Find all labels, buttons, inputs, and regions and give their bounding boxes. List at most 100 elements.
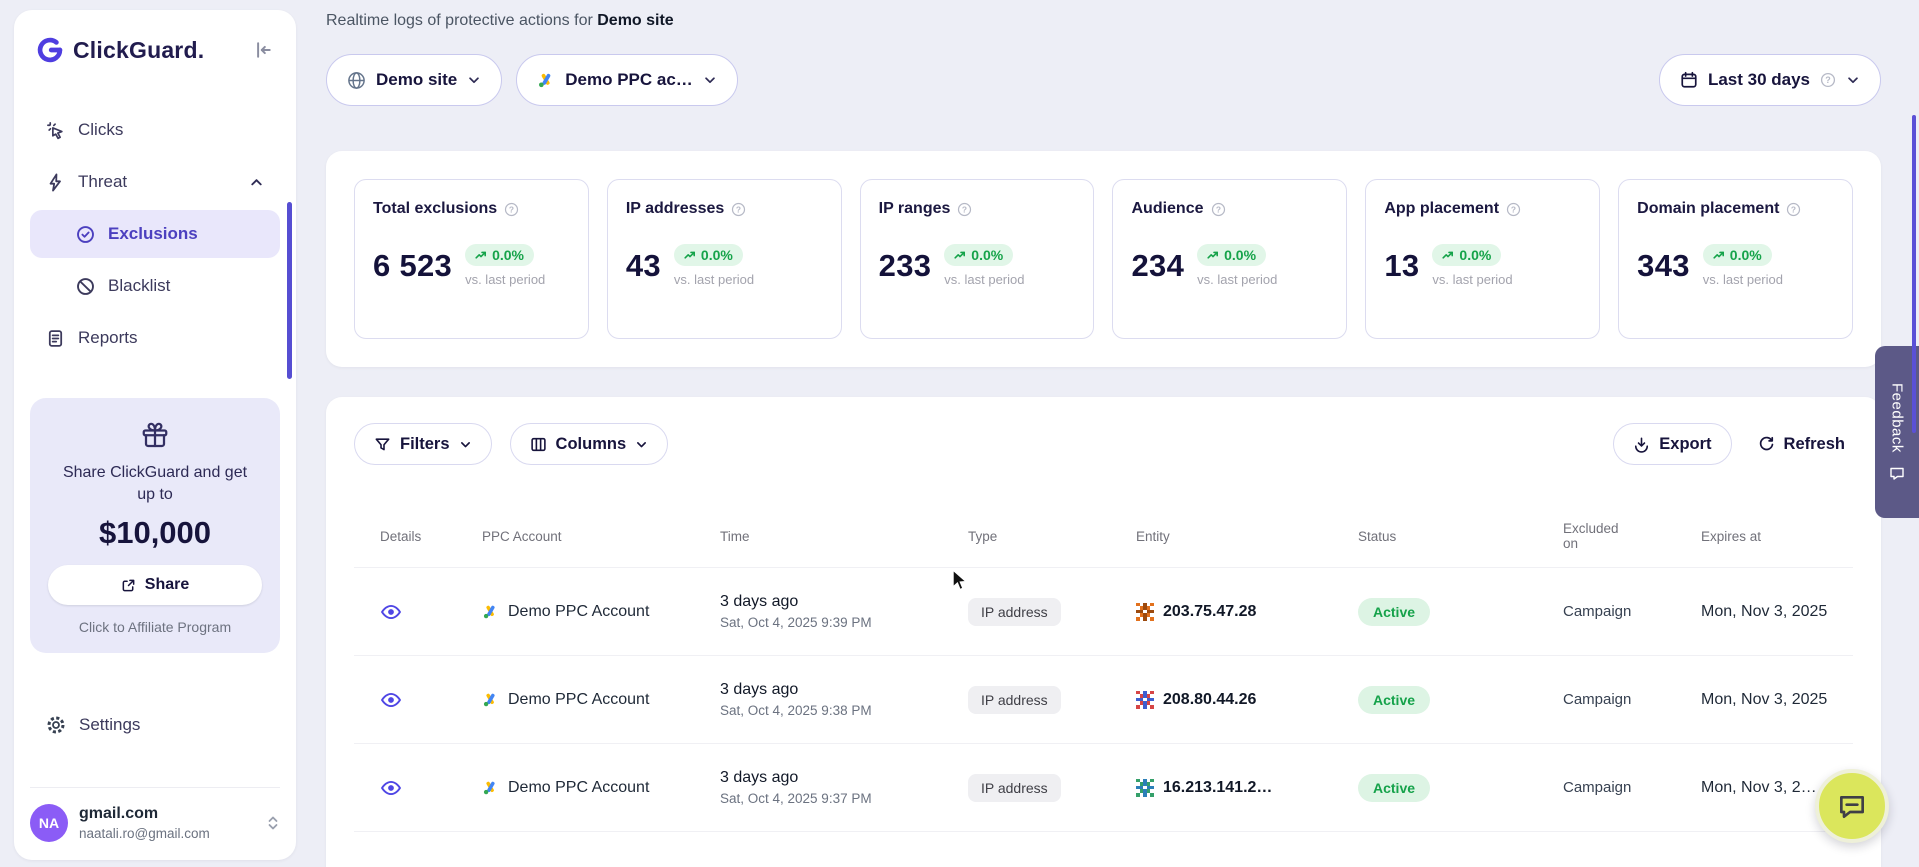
trend-up-icon xyxy=(684,249,696,261)
page-subtitle: Realtime logs of protective actions for … xyxy=(326,12,1881,30)
sidebar-item-settings[interactable]: Settings xyxy=(30,701,280,749)
excluded-on-cell: Campaign xyxy=(1563,779,1701,796)
stat-label: IP addresses xyxy=(626,200,724,218)
subtitle-text: Realtime logs of protective actions for xyxy=(326,12,597,29)
view-details-eye-icon[interactable] xyxy=(380,777,402,799)
stat-caption: vs. last period xyxy=(1197,272,1277,287)
stat-caption: vs. last period xyxy=(1703,272,1783,287)
cursor-click-icon xyxy=(46,121,65,140)
sidebar-item-reports[interactable]: Reports xyxy=(30,314,280,362)
page-scrollbar-thumb[interactable] xyxy=(1912,115,1916,433)
clickguard-logo-icon xyxy=(36,36,64,64)
sidebar-collapse-icon[interactable] xyxy=(252,39,274,61)
help-icon[interactable]: ? xyxy=(731,202,746,217)
stat-label: Audience xyxy=(1131,200,1203,218)
account-menu[interactable]: NA gmail.com naatali.ro@gmail.com xyxy=(30,787,280,842)
view-details-eye-icon[interactable] xyxy=(380,689,402,711)
sidebar-item-threat[interactable]: Threat xyxy=(30,158,280,206)
ppc-account-cell: Demo PPC Account xyxy=(482,779,720,797)
columns-button[interactable]: Columns xyxy=(510,423,669,465)
stat-total-exclusions: Total exclusions ? 6 523 0.0% vs. last p… xyxy=(354,179,589,339)
delta-badge: 0.0% xyxy=(1703,244,1772,266)
svg-text:?: ? xyxy=(1825,75,1831,85)
export-button[interactable]: Export xyxy=(1613,423,1731,465)
refresh-button[interactable]: Refresh xyxy=(1750,423,1853,465)
stat-value: 343 xyxy=(1637,248,1690,284)
subtitle-site-name: Demo site xyxy=(597,12,673,29)
col-header-type: Type xyxy=(968,529,1136,544)
col-header-time: Time xyxy=(720,529,968,544)
stat-caption: vs. last period xyxy=(1432,272,1512,287)
stat-value: 13 xyxy=(1384,248,1419,284)
svg-text:?: ? xyxy=(736,204,741,214)
chevron-down-icon xyxy=(703,73,717,87)
exclusions-table-card: Filters Columns Export xyxy=(326,397,1881,867)
help-icon[interactable]: ? xyxy=(1786,202,1801,217)
share-button[interactable]: Share xyxy=(48,565,262,605)
avatar: NA xyxy=(30,804,68,842)
ppc-account-selector[interactable]: Demo PPC ac… xyxy=(516,54,738,106)
sidebar-item-blacklist[interactable]: Blacklist xyxy=(30,262,280,310)
delta-badge: 0.0% xyxy=(1432,244,1501,266)
calendar-icon xyxy=(1680,71,1698,89)
filter-icon xyxy=(374,436,391,453)
stats-summary: Total exclusions ? 6 523 0.0% vs. last p… xyxy=(326,151,1881,367)
site-selector[interactable]: Demo site xyxy=(326,54,502,106)
table-row: Demo PPC Account 3 days ago Sat, Oct 4, … xyxy=(354,744,1853,832)
gift-icon xyxy=(48,420,262,450)
stat-ip-addresses: IP addresses ? 43 0.0% vs. last period xyxy=(607,179,842,339)
col-header-entity: Entity xyxy=(1136,529,1358,544)
ppc-account-cell: Demo PPC Account xyxy=(482,691,720,709)
trend-up-icon xyxy=(1713,249,1725,261)
help-icon[interactable]: ? xyxy=(957,202,972,217)
time-cell: 3 days ago Sat, Oct 4, 2025 9:39 PM xyxy=(720,593,968,630)
table-header-row: Details PPC Account Time Type Entity Sta… xyxy=(354,521,1853,568)
trend-up-icon xyxy=(475,249,487,261)
google-ads-icon xyxy=(482,691,499,708)
delta-badge: 0.0% xyxy=(674,244,743,266)
stat-value: 43 xyxy=(626,248,661,284)
entity-identicon xyxy=(1136,603,1154,621)
col-header-expires-at: Expires at xyxy=(1701,529,1853,544)
site-selector-label: Demo site xyxy=(376,70,457,90)
affiliate-promo-card: Share ClickGuard and get up to $10,000 S… xyxy=(30,398,280,653)
chevron-up-icon xyxy=(249,175,264,190)
type-cell: IP address xyxy=(968,598,1136,626)
sidebar-item-exclusions[interactable]: Exclusions xyxy=(30,210,280,258)
chevron-updown-icon xyxy=(266,814,280,832)
external-link-icon xyxy=(121,578,136,593)
stat-label: Domain placement xyxy=(1637,200,1779,218)
promo-amount: $10,000 xyxy=(48,515,262,551)
svg-text:?: ? xyxy=(1511,204,1516,214)
sidebar-scrollbar[interactable] xyxy=(287,202,292,379)
brand: ClickGuard. xyxy=(30,32,280,64)
shield-check-icon xyxy=(76,225,95,244)
ppc-selector-label: Demo PPC ac… xyxy=(565,70,693,90)
columns-icon xyxy=(530,436,547,453)
stat-caption: vs. last period xyxy=(465,272,545,287)
table-row: Demo PPC Account 3 days ago Sat, Oct 4, … xyxy=(354,568,1853,656)
selector-row: Demo site Demo PPC ac… xyxy=(326,54,1881,106)
promo-text: Share ClickGuard and get up to xyxy=(48,462,262,505)
help-icon[interactable]: ? xyxy=(1211,202,1226,217)
affiliate-program-link[interactable]: Click to Affiliate Program xyxy=(48,619,262,635)
table-row: 3 days ago xyxy=(354,832,1853,867)
feedback-chat-icon xyxy=(1889,465,1905,481)
trend-up-icon xyxy=(1442,249,1454,261)
stat-label: IP ranges xyxy=(879,200,951,218)
chat-launcher-button[interactable] xyxy=(1815,769,1889,843)
date-range-selector[interactable]: Last 30 days ? xyxy=(1659,54,1881,106)
filters-button[interactable]: Filters xyxy=(354,423,492,465)
help-icon[interactable]: ? xyxy=(1506,202,1521,217)
sidebar-item-label: Threat xyxy=(78,172,127,192)
time-cell: 3 days ago Sat, Oct 4, 2025 9:37 PM xyxy=(720,769,968,806)
type-badge: IP address xyxy=(968,686,1061,714)
delta-badge: 0.0% xyxy=(1197,244,1266,266)
help-icon[interactable]: ? xyxy=(504,202,519,217)
col-header-excluded-on: Excluded on xyxy=(1563,521,1635,551)
view-details-eye-icon[interactable] xyxy=(380,601,402,623)
table-toolbar: Filters Columns Export xyxy=(354,423,1853,465)
entity-cell: 16.213.141.2… xyxy=(1136,779,1358,797)
trend-up-icon xyxy=(954,249,966,261)
sidebar-item-clicks[interactable]: Clicks xyxy=(30,106,280,154)
